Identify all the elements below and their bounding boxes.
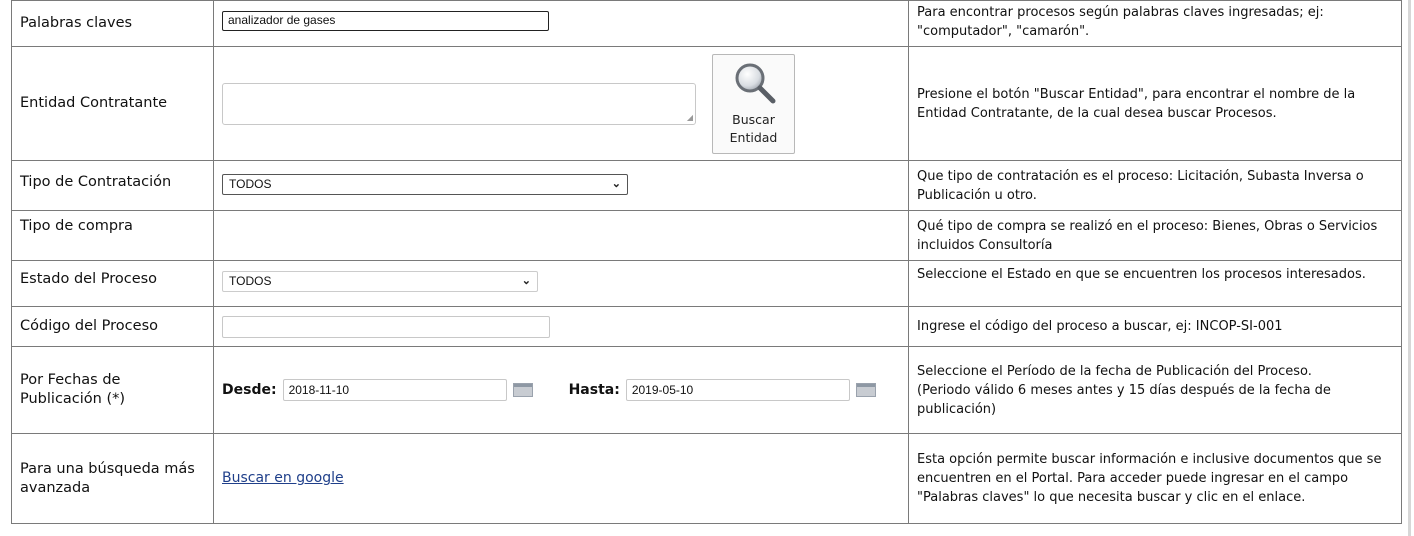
from-label: Desde: [222,381,277,398]
resize-grip-icon[interactable]: ◢ [687,113,693,122]
advanced-label: Para una búsqueda más avanzada [11,433,214,524]
calendar-icon[interactable] [855,383,876,397]
entity-label: Entidad Contratante [11,46,214,161]
chevron-down-icon: ⌄ [521,275,531,287]
code-input[interactable] [222,315,550,338]
keywords-input[interactable]: analizador de gases [222,11,549,31]
magnifier-icon [735,63,775,103]
to-date-input[interactable]: 2019-05-10 [625,379,850,401]
row-status: Estado del Proceso TODOS ⌄ Seleccione el… [11,260,1402,307]
entity-textarea[interactable]: ◢ [222,82,696,125]
calendar-icon[interactable] [512,383,533,397]
keywords-help: Para encontrar procesos según palabras c… [908,0,1402,47]
dates-label: Por Fechas de Publicación (*) [11,346,214,434]
code-cell [213,306,909,347]
contract-type-cell: TODOS ⌄ [213,160,909,211]
purchase-type-help: Qué tipo de compra se realizó en el proc… [908,210,1402,261]
row-contract-type: Tipo de Contratación TODOS ⌄ Que tipo de… [11,160,1402,211]
status-select[interactable]: TODOS ⌄ [222,271,538,292]
search-form-table: Palabras claves analizador de gases Para… [11,0,1402,524]
row-purchase-type: Tipo de compra Qué tipo de compra se rea… [11,210,1402,261]
dates-cell: Desde: 2018-11-10 Hasta: 2019-05-10 [213,346,909,434]
dates-help-note: (Periodo válido 6 meses antes y 15 días … [917,382,1331,417]
status-cell: TODOS ⌄ [213,260,909,307]
from-date-input[interactable]: 2018-11-10 [282,379,507,401]
entity-cell: ◢ Buscar Entidad [213,46,909,161]
contract-type-help: Que tipo de contratación es el proceso: … [908,160,1402,211]
search-entity-label-2: Entidad [729,129,778,145]
keywords-label: Palabras claves [11,0,214,47]
advanced-cell: Buscar en google [213,433,909,524]
row-dates: Por Fechas de Publicación (*) Desde: 201… [11,346,1402,434]
row-entity: Entidad Contratante ◢ Buscar Entidad Pre… [11,46,1402,161]
page-edge [1408,0,1411,536]
code-label: Código del Proceso [11,306,214,347]
to-label: Hasta: [568,381,620,398]
row-advanced: Para una búsqueda más avanzada Buscar en… [11,433,1402,524]
row-code: Código del Proceso Ingrese el código del… [11,306,1402,347]
contract-type-value: TODOS [229,177,272,191]
code-help: Ingrese el código del proceso a buscar, … [908,306,1402,347]
purchase-type-cell [213,210,909,261]
contract-type-label: Tipo de Contratación [11,160,214,211]
row-keywords: Palabras claves analizador de gases Para… [11,0,1402,47]
keywords-cell: analizador de gases [213,0,909,47]
google-search-link[interactable]: Buscar en google [222,470,344,486]
dates-help-cell: Seleccione el Período de la fecha de Pub… [908,346,1402,434]
advanced-help: Esta opción permite buscar información e… [908,433,1402,524]
contract-type-select[interactable]: TODOS ⌄ [222,174,628,195]
search-entity-button[interactable]: Buscar Entidad [712,53,795,154]
dates-help: Seleccione el Período de la fecha de Pub… [917,363,1312,379]
search-entity-label-1: Buscar [732,111,775,127]
purchase-type-label: Tipo de compra [11,210,214,261]
entity-help: Presione el botón "Buscar Entidad", para… [908,46,1402,161]
status-label: Estado del Proceso [11,260,214,307]
status-help: Seleccione el Estado en que se encuentre… [908,260,1402,307]
chevron-down-icon: ⌄ [611,178,621,190]
status-value: TODOS [229,274,272,288]
